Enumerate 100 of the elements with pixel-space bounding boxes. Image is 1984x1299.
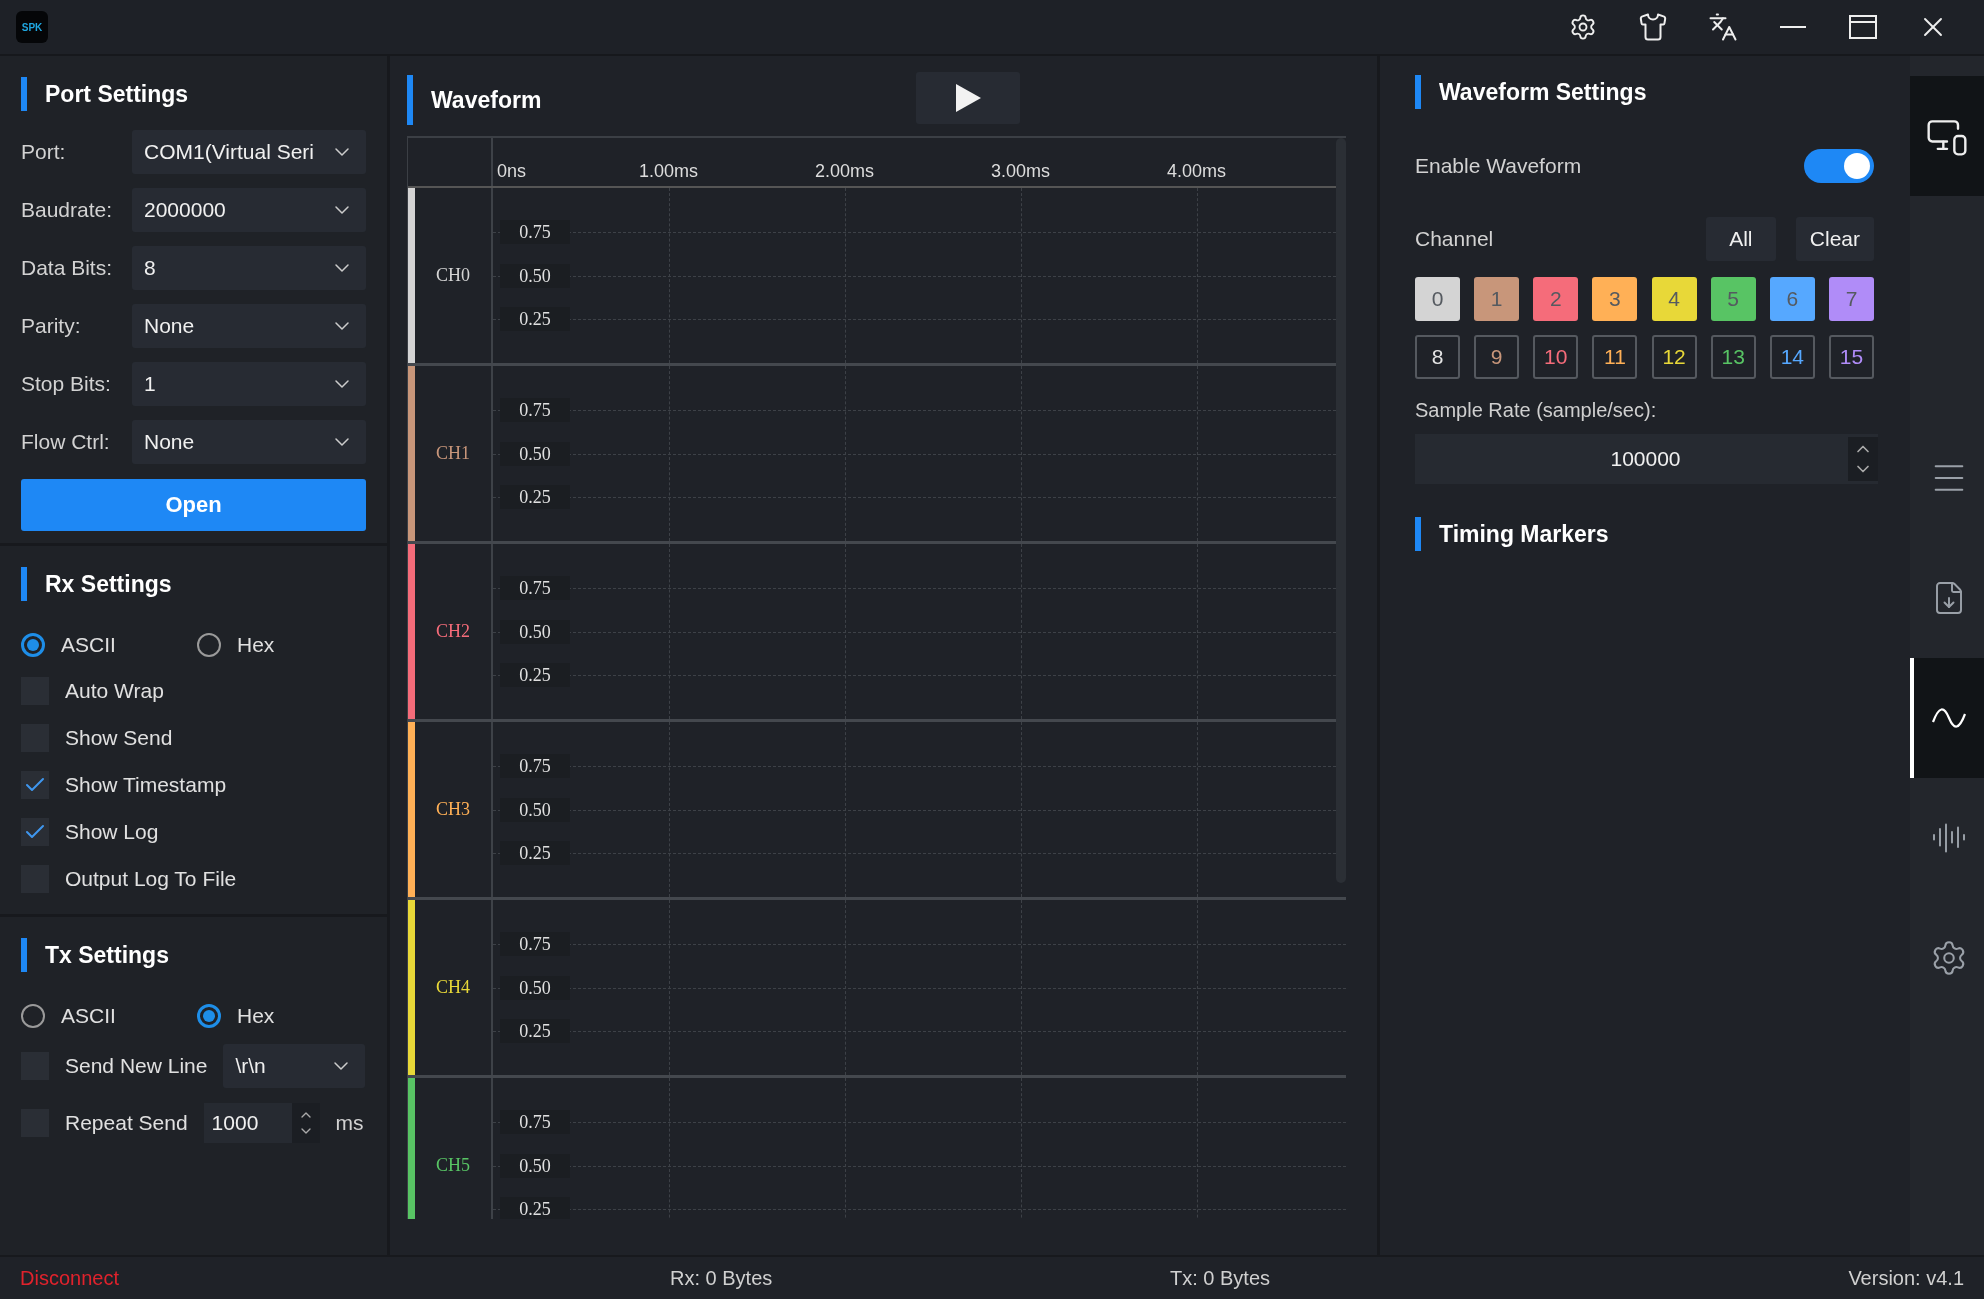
channel-action-button[interactable]: Clear [1795, 217, 1874, 261]
channel-toggle-button[interactable]: 3 [1592, 277, 1638, 321]
channel-toggle-button[interactable]: 14 [1769, 335, 1815, 379]
value-tick-label: 0.75 [500, 219, 570, 244]
section-title: Rx Settings [45, 570, 172, 598]
dropdown[interactable]: 2000000 [132, 188, 366, 232]
radio-label: Hex [237, 1004, 275, 1028]
radio-button[interactable] [21, 633, 45, 657]
toggle-label: Enable Waveform [1415, 154, 1582, 178]
tx-counter: Tx: 0 Bytes [1170, 1266, 1271, 1290]
channel-toggle-button[interactable]: 12 [1651, 335, 1697, 379]
field-label: Data Bits: [21, 256, 114, 280]
section-accent [1415, 517, 1421, 551]
section-title: Waveform Settings [1439, 78, 1647, 106]
channel-toggle-button[interactable]: 0 [1415, 277, 1460, 321]
field-label: Baudrate: [21, 198, 114, 222]
value-tick-label: 0.25 [500, 485, 570, 510]
time-tick-label: 2.00ms [815, 161, 875, 182]
value-tick-label: 0.75 [500, 931, 570, 956]
radio-option[interactable]: Hex [197, 1004, 347, 1028]
field-label: Sample Rate (sample/sec): [1415, 399, 1658, 422]
time-tick-label: 4.00ms [1167, 161, 1227, 182]
channel-toggle-button[interactable]: 9 [1474, 335, 1520, 379]
field-label: Parity: [21, 314, 82, 338]
field-label: Stop Bits: [21, 372, 112, 396]
connection-status: Disconnect [20, 1266, 120, 1290]
channel-name: CH0 [415, 188, 493, 363]
time-tick-label: 3.00ms [991, 161, 1051, 182]
checkbox-label: Show Timestamp [65, 772, 227, 797]
value-tick-label: 0.50 [500, 263, 570, 288]
channel-name: CH5 [415, 1078, 493, 1219]
section-accent [1415, 75, 1421, 109]
device-tab[interactable] [1910, 76, 1984, 196]
toggle-switch[interactable] [1804, 149, 1874, 183]
dropdown[interactable]: \r\n [223, 1044, 366, 1088]
value-tick-label: 0.25 [500, 1019, 570, 1044]
channel-toggle-button[interactable]: 8 [1415, 335, 1460, 379]
open-button[interactable]: Open [21, 479, 366, 531]
dropdown[interactable]: COM1(Virtual Seri [132, 130, 366, 174]
channel-toggle-button[interactable]: 15 [1829, 335, 1874, 379]
section-title: Tx Settings [45, 941, 169, 969]
checkbox[interactable] [21, 770, 49, 799]
sidebar-item[interactable] [1910, 658, 1984, 778]
value-tick-label: 0.50 [500, 797, 570, 822]
value-tick-label: 0.75 [500, 575, 570, 600]
channel-toggle-button[interactable]: 10 [1533, 335, 1579, 379]
radio-label: Hex [237, 633, 275, 657]
value-tick-label: 0.75 [500, 753, 570, 778]
scrollbar[interactable] [1336, 138, 1346, 883]
radio-button[interactable] [197, 1004, 221, 1028]
checkbox-label: Show Send [65, 725, 173, 750]
channel-toggle-button[interactable]: 13 [1710, 335, 1756, 379]
value-tick-label: 0.75 [500, 1109, 570, 1134]
channel-label: Channel [1415, 227, 1495, 251]
section-accent [21, 938, 27, 972]
translate-icon [1708, 12, 1738, 42]
channel-name: CH3 [415, 722, 493, 897]
radio-button[interactable] [21, 1004, 45, 1028]
value-tick-label: 0.25 [500, 307, 570, 332]
dropdown[interactable]: None [132, 304, 366, 348]
checkbox-label: Send New Line [65, 1054, 208, 1078]
settings-icon [1569, 13, 1597, 41]
dropdown[interactable]: None [132, 420, 366, 464]
number-input[interactable]: 1000 [203, 1103, 320, 1143]
radio-button[interactable] [197, 633, 221, 657]
field-label: Port: [21, 140, 67, 164]
shirt-icon [1638, 12, 1668, 42]
value-tick-label: 0.75 [500, 397, 570, 422]
checkbox-label: Auto Wrap [65, 678, 164, 703]
checkbox[interactable] [21, 817, 49, 846]
dropdown[interactable]: 8 [132, 246, 366, 290]
dropdown[interactable]: 1 [132, 362, 366, 406]
channel-name: CH4 [415, 900, 493, 1075]
section-title: Timing Markers [1439, 520, 1609, 548]
value-tick-label: 0.50 [500, 975, 570, 1000]
radio-option[interactable]: ASCII [21, 1004, 197, 1028]
value-tick-label: 0.50 [500, 619, 570, 644]
checkbox-label: Repeat Send [65, 1111, 188, 1135]
radio-option[interactable]: ASCII [21, 633, 197, 657]
number-input[interactable]: 100000 [1415, 434, 1878, 484]
section-title: Waveform [431, 86, 542, 114]
value-tick-label: 0.25 [500, 841, 570, 866]
play-button[interactable] [916, 72, 1020, 124]
time-tick-label: 0ns [497, 161, 527, 182]
version-label: Version: v4.1 [1848, 1266, 1964, 1290]
rx-counter: Rx: 0 Bytes [670, 1266, 774, 1290]
radio-label: ASCII [61, 1004, 116, 1028]
play-icon [954, 83, 982, 113]
minimize-icon [1780, 26, 1806, 28]
channel-toggle-button[interactable]: 11 [1592, 335, 1638, 379]
value-tick-label: 0.25 [500, 1197, 570, 1219]
channel-action-button[interactable]: All [1705, 217, 1776, 261]
radio-option[interactable]: Hex [197, 633, 347, 657]
channel-name: CH2 [415, 544, 493, 719]
channel-toggle-button[interactable]: 4 [1651, 277, 1697, 321]
unit-label: ms [335, 1111, 364, 1135]
time-tick-label: 1.00ms [639, 161, 699, 182]
section-accent [407, 75, 413, 125]
value-tick-label: 0.50 [500, 1153, 570, 1178]
channel-name: CH1 [415, 366, 493, 541]
